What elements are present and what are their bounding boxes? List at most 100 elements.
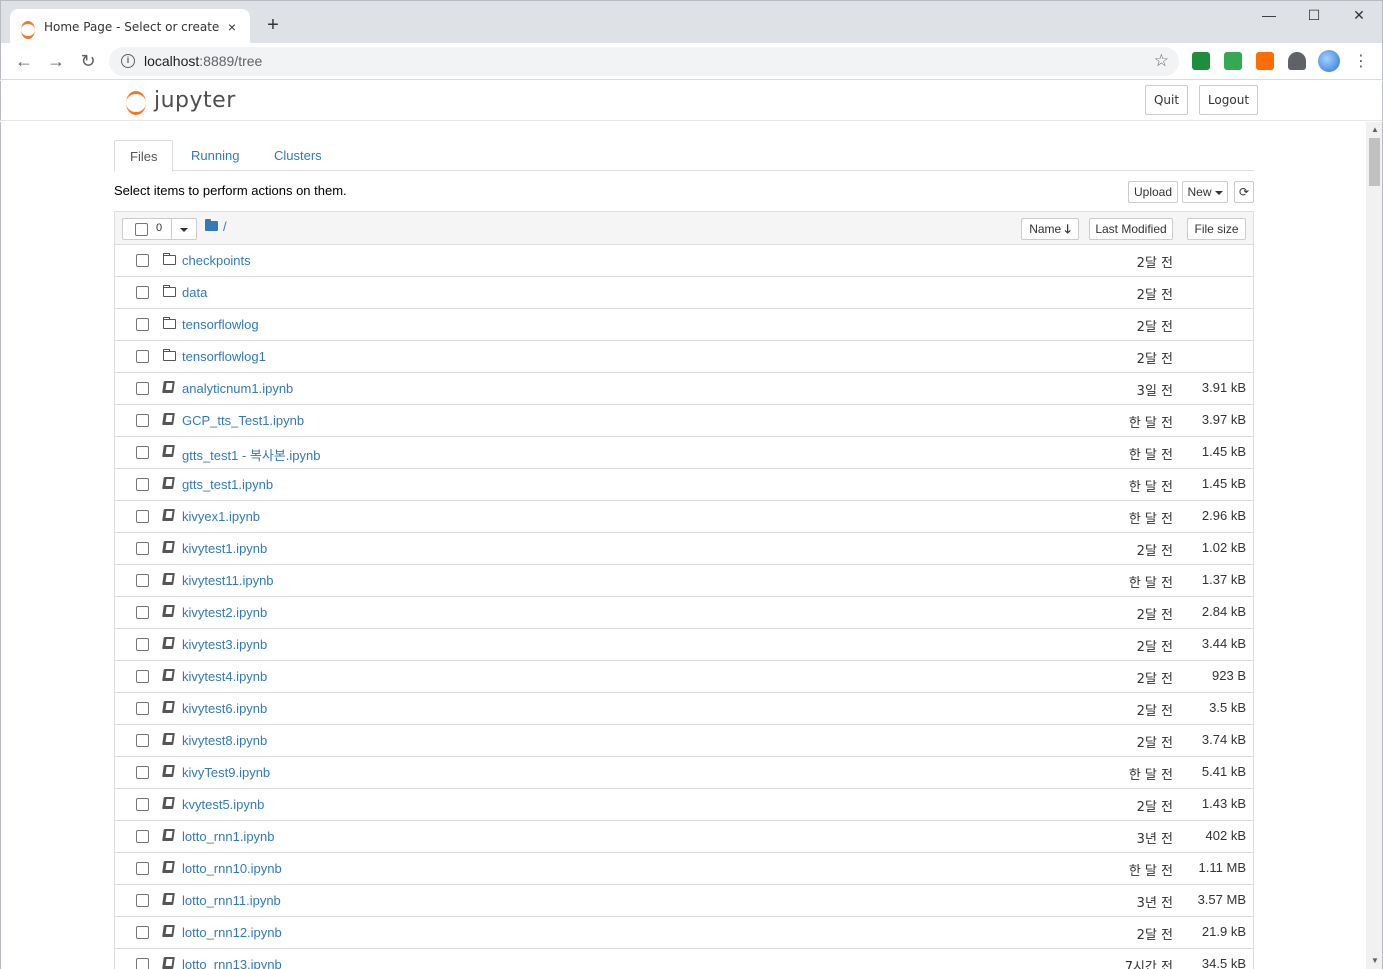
row-checkbox[interactable] [136,670,149,683]
logout-button[interactable]: Logout [1199,85,1258,115]
site-info-icon[interactable]: i [121,54,135,68]
select-all-checkbox[interactable] [135,223,148,236]
row-checkbox[interactable] [136,382,149,395]
address-bar[interactable]: i localhost:8889/tree ☆ [109,47,1179,76]
row-checkbox[interactable] [136,254,149,267]
scroll-down-icon[interactable]: ▼ [1371,956,1379,965]
row-checkbox[interactable] [136,702,149,715]
new-dropdown-button[interactable]: New [1182,181,1228,203]
row-checkbox[interactable] [136,734,149,747]
file-name-link[interactable]: GCP_tts_Test1.ipynb [182,413,304,428]
file-name-link[interactable]: tensorflowlog [182,317,259,332]
scroll-thumb[interactable] [1369,138,1380,186]
file-row[interactable]: lotto_rnn11.ipynb 3년 전 3.57 MB [115,885,1253,917]
extension-tv-icon[interactable] [1224,52,1242,70]
row-checkbox[interactable] [136,414,149,427]
url-text[interactable]: localhost:8889/tree [144,53,262,69]
row-checkbox[interactable] [136,798,149,811]
chevron-down-icon[interactable] [180,228,188,232]
row-checkbox[interactable] [136,638,149,651]
file-row[interactable]: lotto_rnn10.ipynb 한 달 전 1.11 MB [115,853,1253,885]
file-row[interactable]: kivyex1.ipynb 한 달 전 2.96 kB [115,501,1253,533]
file-name-link[interactable]: gtts_test1 - 복사본.ipynb [182,445,321,464]
file-name-link[interactable]: kivyTest9.ipynb [182,765,270,780]
file-row[interactable]: analyticnum1.ipynb 3일 전 3.91 kB [115,373,1253,405]
file-row[interactable]: tensorflowlog1 2달 전 [115,341,1253,373]
file-name-link[interactable]: lotto_rnn11.ipynb [182,893,281,908]
file-row[interactable]: lotto_rnn12.ipynb 2달 전 21.9 kB [115,917,1253,949]
maximize-button[interactable]: ☐ [1304,7,1324,24]
file-row[interactable]: checkpoints 2달 전 [115,245,1253,277]
row-checkbox[interactable] [136,510,149,523]
bookmark-star-icon[interactable]: ☆ [1154,51,1169,71]
file-name-link[interactable]: kivytest6.ipynb [182,701,267,716]
file-row[interactable]: kvytest5.ipynb 2달 전 1.43 kB [115,789,1253,821]
file-row[interactable]: lotto_rnn13.ipynb 7시간 전 34.5 kB [115,949,1253,969]
upload-button[interactable]: Upload [1128,181,1178,203]
extensions-puzzle-icon[interactable] [1288,52,1306,70]
row-checkbox[interactable] [136,286,149,299]
file-name-link[interactable]: kivyex1.ipynb [182,509,260,524]
file-row[interactable]: kivytest11.ipynb 한 달 전 1.37 kB [115,565,1253,597]
file-row[interactable]: kivytest3.ipynb 2달 전 3.44 kB [115,629,1253,661]
row-checkbox[interactable] [136,542,149,555]
row-checkbox[interactable] [136,318,149,331]
file-row[interactable]: kivytest4.ipynb 2달 전 923 B [115,661,1253,693]
file-name-link[interactable]: kvytest5.ipynb [182,797,264,812]
file-row[interactable]: GCP_tts_Test1.ipynb 한 달 전 3.97 kB [115,405,1253,437]
file-row[interactable]: kivytest1.ipynb 2달 전 1.02 kB [115,533,1253,565]
file-name-link[interactable]: kivytest4.ipynb [182,669,267,684]
file-name-link[interactable]: kivytest8.ipynb [182,733,267,748]
row-checkbox[interactable] [136,446,149,459]
file-name-link[interactable]: data [182,285,207,300]
breadcrumb[interactable]: / [223,219,227,234]
file-row[interactable]: tensorflowlog 2달 전 [115,309,1253,341]
extension-orange-icon[interactable] [1256,52,1274,70]
row-checkbox[interactable] [136,830,149,843]
file-row[interactable]: kivytest6.ipynb 2달 전 3.5 kB [115,693,1253,725]
folder-icon[interactable] [205,219,218,231]
file-row[interactable]: kivytest8.ipynb 2달 전 3.74 kB [115,725,1253,757]
close-window-button[interactable]: ✕ [1349,7,1369,24]
minimize-button[interactable]: — [1259,7,1279,23]
sort-file-size-button[interactable]: File size [1187,218,1246,240]
file-row[interactable]: data 2달 전 [115,277,1253,309]
tab-clusters[interactable]: Clusters [259,140,337,171]
file-name-link[interactable]: tensorflowlog1 [182,349,266,364]
forward-button[interactable]: → [45,50,67,72]
tab-close-icon[interactable]: × [224,19,240,35]
profile-avatar[interactable] [1318,50,1340,72]
file-row[interactable]: kivytest2.ipynb 2달 전 2.84 kB [115,597,1253,629]
row-checkbox[interactable] [136,606,149,619]
file-row[interactable]: kivyTest9.ipynb 한 달 전 5.41 kB [115,757,1253,789]
extension-green-icon[interactable] [1192,52,1210,70]
refresh-button[interactable]: ⟳ [1234,181,1254,203]
file-row[interactable]: gtts_test1 - 복사본.ipynb 한 달 전 1.45 kB [115,437,1253,469]
row-checkbox[interactable] [136,350,149,363]
page-scrollbar[interactable]: ▲ ▼ [1366,122,1383,969]
file-name-link[interactable]: kivytest3.ipynb [182,637,267,652]
back-button[interactable]: ← [13,50,35,72]
sort-name-button[interactable]: Name 🡓 [1021,218,1079,240]
quit-button[interactable]: Quit [1145,85,1188,115]
browser-menu-icon[interactable]: ⋮ [1353,51,1369,71]
file-row[interactable]: lotto_rnn1.ipynb 3년 전 402 kB [115,821,1253,853]
file-name-link[interactable]: checkpoints [182,253,251,268]
tab-running[interactable]: Running [176,140,254,171]
file-name-link[interactable]: kivytest11.ipynb [182,573,274,588]
new-tab-button[interactable]: + [263,14,283,37]
scroll-up-icon[interactable]: ▲ [1371,125,1379,134]
file-row[interactable]: gtts_test1.ipynb 한 달 전 1.45 kB [115,469,1253,501]
row-checkbox[interactable] [136,574,149,587]
select-all-dropdown[interactable]: 0 [122,218,197,240]
row-checkbox[interactable] [136,478,149,491]
browser-tab[interactable]: Home Page - Select or create a × [10,9,250,44]
file-name-link[interactable]: lotto_rnn1.ipynb [182,829,275,844]
row-checkbox[interactable] [136,958,149,969]
file-name-link[interactable]: gtts_test1.ipynb [182,477,273,492]
row-checkbox[interactable] [136,862,149,875]
file-name-link[interactable]: lotto_rnn10.ipynb [182,861,282,876]
row-checkbox[interactable] [136,926,149,939]
tab-files[interactable]: Files [114,140,174,172]
sort-last-modified-button[interactable]: Last Modified [1089,218,1173,240]
